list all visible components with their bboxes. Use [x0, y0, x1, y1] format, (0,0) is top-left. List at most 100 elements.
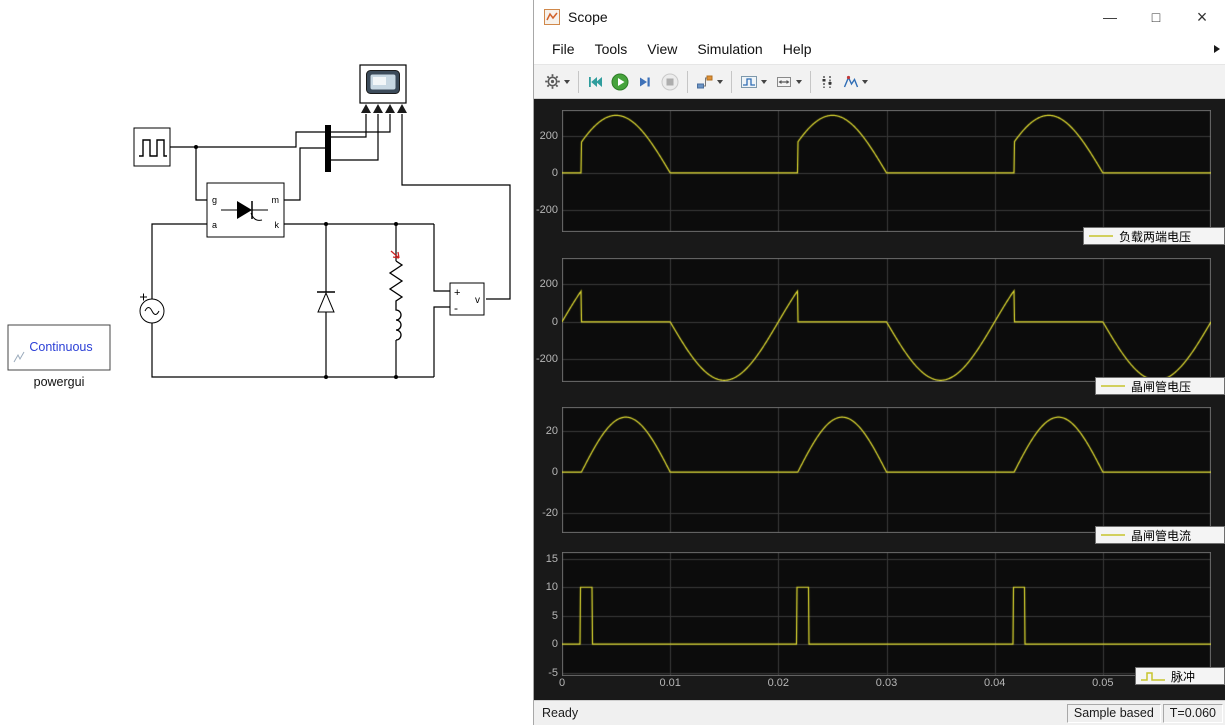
- highlight-dropdown-icon[interactable]: [717, 79, 723, 84]
- powergui-block[interactable]: Continuous powergui: [7, 324, 111, 389]
- trigger-dropdown-icon[interactable]: [761, 79, 767, 84]
- x-tick-label: 0.05: [1092, 677, 1114, 689]
- wire-to-voltmeter-minus: [433, 306, 450, 377]
- wire-pulse-to-scope: [170, 114, 391, 148]
- y-tick-label: 5: [551, 609, 558, 622]
- y-tick-label: 10: [545, 581, 558, 594]
- powergui-mode-label: Continuous: [29, 340, 92, 354]
- settings-gear-icon: [545, 74, 560, 89]
- diode-block[interactable]: [317, 291, 335, 313]
- menu-bar: File Tools View Simulation Help: [534, 34, 1225, 64]
- waveform-canvas[interactable]: [562, 110, 1211, 232]
- current-arrow-icon: [390, 250, 400, 259]
- stop-button[interactable]: [657, 68, 683, 95]
- inductor-icon: [395, 308, 402, 341]
- voltage-measurement-block[interactable]: + - v: [446, 282, 485, 316]
- title-bar[interactable]: Scope — □ ×: [534, 0, 1225, 34]
- sample-mode-indicator: Sample based: [1066, 703, 1161, 723]
- trigger-button[interactable]: [736, 68, 771, 95]
- pulse-generator-block[interactable]: [133, 127, 171, 167]
- y-tick-label: 20: [545, 425, 558, 438]
- series-rlc-branch-block[interactable]: [388, 250, 404, 341]
- voltmeter-minus-label: -: [454, 301, 458, 315]
- y-tick-label: 0: [551, 466, 558, 479]
- wire-to-voltmeter-plus: [433, 224, 450, 292]
- sim-time-indicator: T=0.060: [1162, 703, 1223, 723]
- highlight-source-icon: [697, 75, 713, 88]
- legend-label: 晶闸管电压: [1131, 379, 1192, 394]
- wire-bottom-rail: [151, 323, 434, 378]
- waveform-canvas[interactable]: [562, 407, 1211, 533]
- x-tick-label: 0.01: [659, 677, 681, 689]
- powergui-name-label: powergui: [34, 375, 85, 389]
- waveform-canvas[interactable]: [562, 552, 1211, 676]
- span-icon: [777, 76, 791, 87]
- peak-finder-dropdown-icon[interactable]: [862, 79, 868, 84]
- span-button[interactable]: [771, 68, 806, 95]
- desktop: g a m k + - v Continuous powergui Scope …: [0, 0, 1225, 725]
- y-tick-label: -200: [535, 353, 558, 366]
- step-back-icon: [589, 76, 602, 87]
- scope-plot-thyristor-current: 20 0 -20: [534, 407, 1225, 533]
- window-title: Scope: [568, 9, 608, 25]
- legend-load-voltage[interactable]: 负载两端电压: [1083, 227, 1225, 245]
- toolbar: [534, 64, 1225, 99]
- settings-dropdown-icon[interactable]: [564, 79, 570, 84]
- legend-line-sample: [1101, 534, 1125, 536]
- step-back-button[interactable]: [583, 68, 607, 95]
- scope-screen-icon: [366, 70, 400, 94]
- legend-thyristor-current[interactable]: 晶闸管电流: [1095, 526, 1225, 544]
- menu-simulation[interactable]: Simulation: [687, 37, 772, 61]
- x-tick-label: 0.04: [983, 677, 1006, 689]
- plot-area: 200 0 -200 200 0 -200 20 0 -20 15 10 5 0 -5 负载两端电压…: [534, 99, 1225, 700]
- scope-app-icon: [544, 9, 560, 25]
- peak-finder-icon: [843, 75, 859, 87]
- legend-thyristor-voltage[interactable]: 晶闸管电压: [1095, 377, 1225, 395]
- x-tick-label: 0.03: [875, 677, 898, 689]
- step-forward-button[interactable]: [633, 68, 657, 95]
- close-button[interactable]: ×: [1179, 0, 1225, 34]
- span-dropdown-icon[interactable]: [796, 79, 802, 84]
- maximize-button[interactable]: □: [1133, 0, 1179, 34]
- y-tick-label: 200: [539, 278, 558, 291]
- port-label-k: k: [275, 220, 280, 230]
- wire-a-to-source: [151, 223, 207, 299]
- legend-pulse[interactable]: 脉冲: [1135, 667, 1225, 685]
- demux-block[interactable]: [325, 125, 331, 172]
- y-tick-label: 0: [551, 315, 558, 328]
- scope-plot-load-voltage: 200 0 -200: [534, 110, 1225, 232]
- y-tick-label: 0: [551, 166, 558, 179]
- voltmeter-plus-label: +: [454, 287, 460, 299]
- waveform-canvas[interactable]: [562, 258, 1211, 382]
- plus-terminal-icon: [140, 293, 147, 301]
- x-tick-label: 0.02: [767, 677, 790, 689]
- menu-view[interactable]: View: [637, 37, 687, 61]
- scope-block[interactable]: [359, 64, 407, 113]
- run-button[interactable]: [607, 68, 633, 95]
- cursor-measurements-button[interactable]: [815, 68, 839, 95]
- legend-line-sample: [1101, 385, 1125, 387]
- highlight-source-button[interactable]: [692, 68, 727, 95]
- wire-pulse-to-gate: [195, 147, 207, 201]
- scope-plot-thyristor-voltage: 200 0 -200: [534, 258, 1225, 382]
- menu-tools[interactable]: Tools: [585, 37, 638, 61]
- legend-label: 脉冲: [1171, 669, 1196, 684]
- port-label-g: g: [212, 195, 217, 205]
- step-forward-icon: [640, 77, 650, 86]
- stop-icon: [661, 73, 679, 90]
- minimize-button[interactable]: —: [1087, 0, 1133, 34]
- thyristor-block[interactable]: g a m k: [206, 182, 285, 238]
- y-tick-label: -5: [548, 666, 558, 679]
- menu-help[interactable]: Help: [773, 37, 822, 61]
- peak-finder-button[interactable]: [839, 68, 872, 95]
- legend-label: 负载两端电压: [1119, 229, 1192, 244]
- menu-overflow-arrow-icon[interactable]: [1214, 45, 1220, 53]
- scope-plot-pulse: 15 10 5 0 -5: [534, 552, 1225, 679]
- settings-button[interactable]: [540, 68, 574, 95]
- run-icon: [611, 73, 629, 90]
- wire-m-to-demux: [284, 147, 325, 201]
- resistor-icon: [388, 260, 404, 308]
- legend-line-sample: [1089, 235, 1113, 237]
- scope-input-ports: [361, 104, 407, 113]
- menu-file[interactable]: File: [542, 37, 585, 61]
